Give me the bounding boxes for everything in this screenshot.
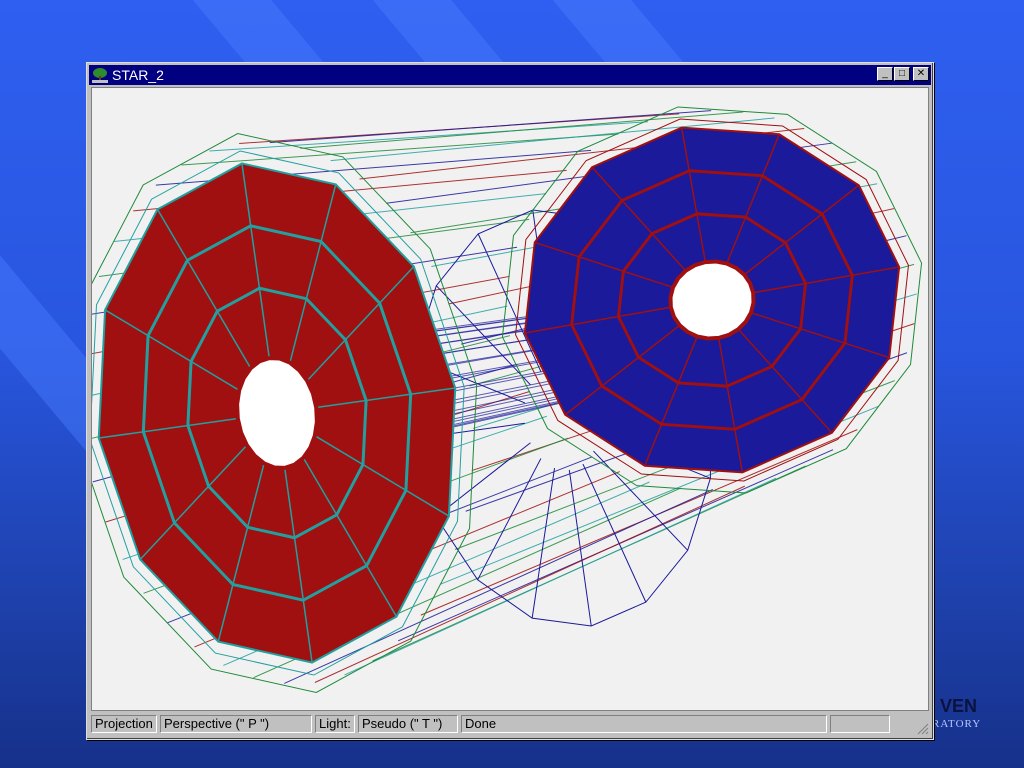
endcap-disk-left xyxy=(76,132,478,694)
barrel-wire xyxy=(269,110,712,144)
logo-text-bottom: RATORY xyxy=(932,718,982,730)
logo-text-top: VEN xyxy=(940,696,978,716)
cage-spoke xyxy=(582,463,647,603)
cage-spoke xyxy=(568,469,592,627)
status-text: Done xyxy=(461,715,827,733)
projection-value: Perspective (" P ") xyxy=(160,715,312,733)
maximize-icon: □ xyxy=(898,68,906,79)
status-extra xyxy=(830,715,890,733)
endcap-disk-right xyxy=(501,106,923,494)
minimize-icon: _ xyxy=(882,68,888,79)
projection-label: Projection xyxy=(91,715,157,733)
close-icon: ✕ xyxy=(916,68,926,79)
root-tree-icon xyxy=(92,68,108,83)
beam-hole xyxy=(235,356,319,470)
cage-spoke xyxy=(531,467,556,619)
maximize-button[interactable]: □ xyxy=(894,67,910,81)
minimize-button[interactable]: _ xyxy=(877,67,893,81)
resize-grip-icon[interactable] xyxy=(915,721,929,735)
star-viewer-window: STAR_2 _ □ ✕ Projection Perspective (" P… xyxy=(76,62,934,740)
detector-geometry-drawing xyxy=(76,106,923,694)
beam-hole xyxy=(668,259,756,341)
window-title: STAR_2 xyxy=(112,67,164,83)
light-label: Light: xyxy=(315,715,355,733)
lab-logo: VEN RATORY xyxy=(932,680,1022,740)
close-button[interactable]: ✕ xyxy=(913,67,929,81)
status-bar: Projection Perspective (" P ") Light: Ps… xyxy=(91,713,929,735)
title-bar[interactable]: STAR_2 _ □ ✕ xyxy=(89,65,931,85)
light-value: Pseudo (" T ") xyxy=(358,715,458,733)
detector-view-canvas[interactable] xyxy=(76,87,929,711)
